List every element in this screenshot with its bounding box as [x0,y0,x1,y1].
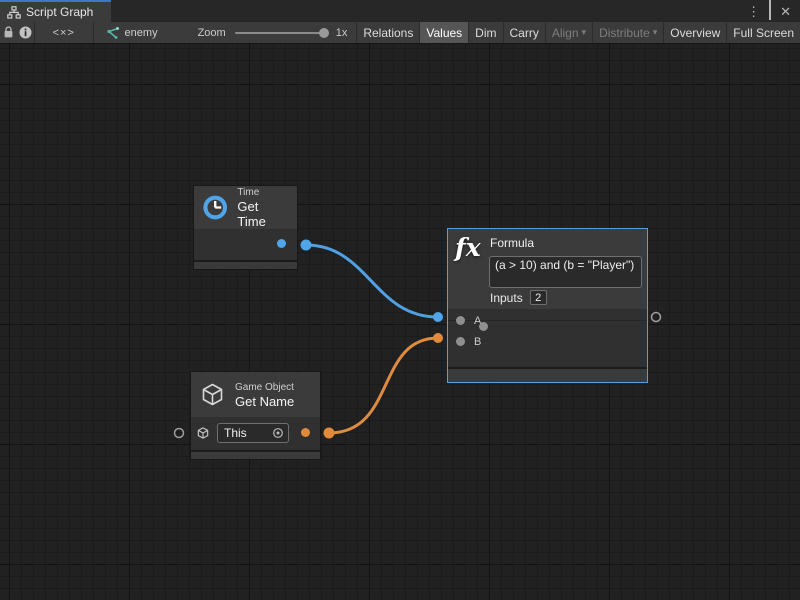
graph-toolbar: <×> enemy Zoom 1x Relations Values Dim C… [0,22,800,44]
values-button[interactable]: Values [419,22,468,43]
zoom-slider-knob[interactable] [319,28,329,38]
toolbar-button-group: Relations Values Dim Carry Align ▾ Distr… [356,22,800,43]
getname-output-port[interactable] [301,428,310,437]
graph-breadcrumb[interactable]: enemy [94,22,168,43]
inputs-count-field[interactable]: 2 [530,290,547,305]
formula-expression-field[interactable]: (a > 10) and (b = "Player") [489,256,642,288]
connection-getname-to-formula-b[interactable] [329,338,438,433]
carry-button[interactable]: Carry [503,22,545,43]
graph-asset-icon [106,27,119,39]
connection-end-dot-blue [433,312,443,322]
node-category: Game Object [235,381,294,394]
node-footer [194,260,297,269]
get-time-node[interactable]: Time Get Time [193,185,298,270]
formula-output-unconnected-port[interactable] [652,313,661,322]
node-title: Formula [490,236,534,250]
graph-hierarchy-icon [7,6,21,19]
get-name-node[interactable]: Game Object Get Name This [190,371,321,460]
node-footer [448,367,647,382]
connection-time-to-formula-a[interactable] [306,245,438,317]
clock-icon [202,194,228,221]
node-category: Time [237,186,289,199]
get-time-body [194,229,297,258]
inputs-label: Inputs [490,291,523,305]
fx-icon: fx [455,233,481,262]
lock-icon [3,26,14,39]
port-row-b: B [448,331,647,352]
chevron-down-icon: ▾ [653,27,658,38]
formula-input-a-port[interactable] [456,316,465,325]
relations-button[interactable]: Relations [356,22,419,43]
node-title: Get Time [237,199,289,229]
info-icon [19,26,32,39]
zoom-label: Zoom [198,27,226,39]
title-bar: Script Graph ⋮ ✕ [0,0,800,22]
connection-end-dot-orange [433,333,443,343]
align-label: Align [552,26,579,40]
distribute-label: Distribute [599,26,650,40]
info-button[interactable] [17,22,34,43]
formula-node[interactable]: fx Formula (a > 10) and (b = "Player") I… [447,228,648,383]
formula-header: fx Formula (a > 10) and (b = "Player") I… [448,229,647,309]
code-view-button[interactable]: <×> [35,22,93,43]
formula-input-b-port[interactable] [456,337,465,346]
dim-button[interactable]: Dim [468,22,502,43]
graph-canvas[interactable]: Time Get Time fx Formula (a > 10) and (b… [0,44,800,600]
chevron-down-icon: ▾ [582,27,587,38]
get-name-header: Game Object Get Name [191,372,320,417]
fullscreen-button[interactable]: Full Screen [726,22,800,43]
node-footer [191,450,320,459]
lock-button[interactable] [0,22,17,43]
node-title: Get Name [235,394,294,409]
zoom-value: 1x [336,27,348,39]
script-graph-tab[interactable]: Script Graph [0,0,111,22]
port-b-label: B [474,336,481,348]
cube-small-icon [196,426,210,440]
window-maximize-button[interactable] [769,2,771,20]
overview-button[interactable]: Overview [663,22,726,43]
window-close-button[interactable]: ✕ [780,5,791,18]
connection-start-dot-orange [324,428,335,439]
object-picker-icon[interactable] [272,427,284,439]
get-time-header: Time Get Time [194,186,297,229]
formula-output-port[interactable] [479,322,488,331]
tab-label: Script Graph [26,5,93,19]
maximize-icon [769,0,771,20]
formula-ports: A B [448,309,647,367]
get-name-body: This [191,417,320,448]
getname-input-unconnected-port[interactable] [175,429,184,438]
distribute-button[interactable]: Distribute ▾ [592,22,663,43]
port-row-a: A [448,310,647,331]
connections-layer [0,44,800,600]
more-options-button[interactable]: ⋮ [747,5,760,18]
time-output-port[interactable] [277,239,286,248]
zoom-slider[interactable] [235,32,327,34]
target-object-value: This [218,426,272,440]
connection-start-dot-blue [301,240,312,251]
graph-name-label: enemy [125,27,158,39]
game-object-cube-icon [199,381,226,408]
target-object-field[interactable]: This [217,423,289,443]
align-button[interactable]: Align ▾ [545,22,592,43]
